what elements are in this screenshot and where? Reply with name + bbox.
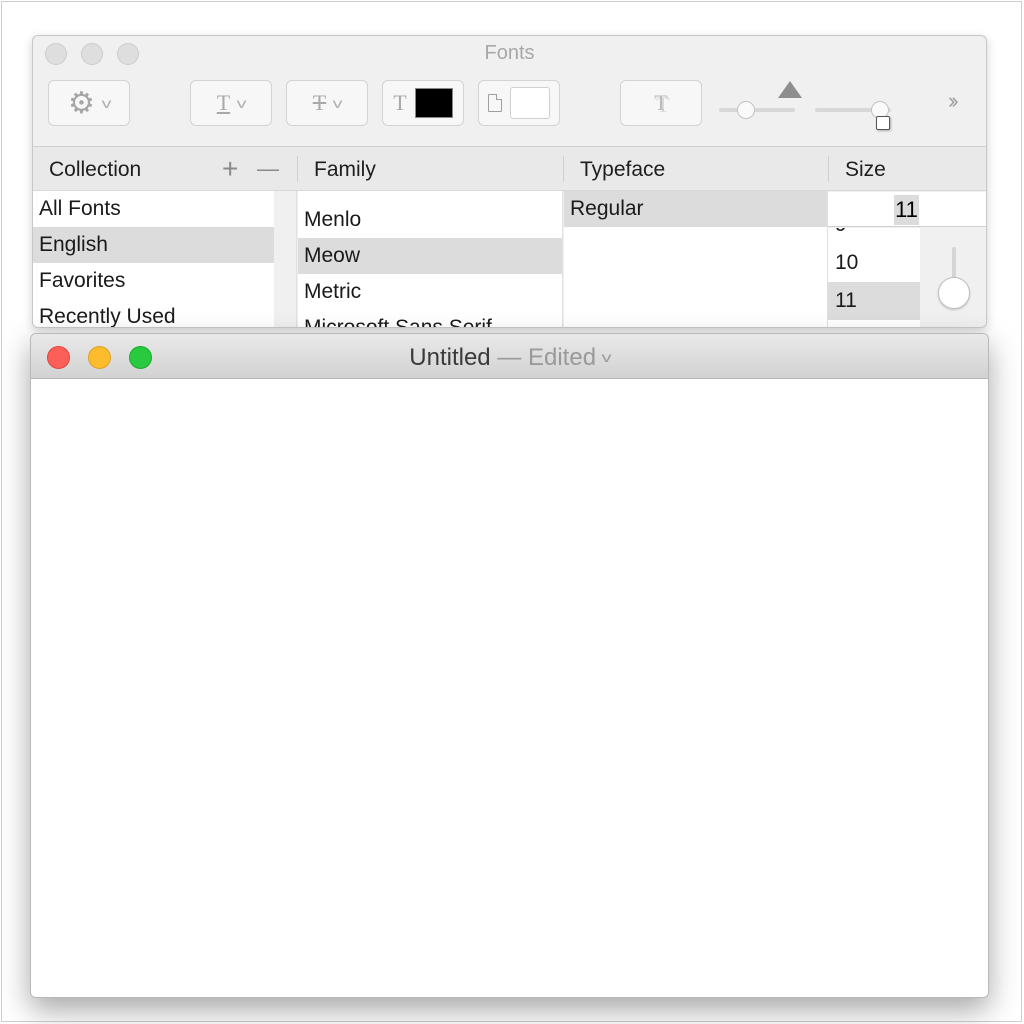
size-item[interactable]: 11	[828, 282, 920, 320]
underline-icon: T	[216, 90, 231, 115]
chevron-down-icon: v	[236, 95, 247, 111]
collection-item[interactable]: Recently Used	[33, 299, 274, 327]
family-item[interactable]: Meow	[298, 238, 562, 274]
column-divider	[828, 156, 829, 182]
gear-icon: ⚙	[68, 86, 95, 120]
document-titlebar[interactable]: Untitled — Edited v	[31, 334, 988, 379]
size-item[interactable]: 10	[828, 244, 920, 282]
typeface-list[interactable]: Regular	[564, 191, 827, 327]
document-icon	[488, 94, 502, 112]
family-item[interactable]: Metric	[298, 274, 562, 310]
slider-knob[interactable]	[737, 101, 755, 119]
remove-collection-button[interactable]: —	[257, 156, 279, 182]
family-header: Family	[314, 158, 376, 181]
family-item[interactable]: Microsoft Sans Serif	[298, 310, 562, 327]
document-title-group[interactable]: Untitled — Edited v	[31, 344, 988, 372]
fonts-panel-title: Fonts	[484, 42, 535, 64]
underline-menu-button[interactable]: T v	[190, 80, 272, 126]
size-input[interactable]: 11	[828, 192, 986, 227]
add-collection-button[interactable]: +	[222, 153, 238, 185]
slider-track	[719, 108, 795, 112]
square-icon	[876, 116, 890, 130]
fonts-browser: All Fonts English Favorites Recently Use…	[33, 191, 986, 327]
text-color-icon: T	[393, 90, 407, 115]
family-list[interactable]: Menlo Meow Metric Microsoft Sans Serif	[298, 191, 562, 327]
document-title: Untitled	[409, 344, 491, 371]
toolbar-overflow-button[interactable]: ››	[948, 88, 958, 114]
text-shadow-button[interactable]: T	[620, 80, 702, 126]
text-color-swatch	[414, 88, 453, 118]
size-input-value: 11	[894, 195, 919, 225]
action-menu-button[interactable]: ⚙ v	[48, 80, 130, 126]
size-header: Size	[845, 158, 886, 181]
column-header-bar: Collection + — Family Typeface Size	[33, 146, 986, 191]
list-divider	[296, 191, 297, 327]
collection-item[interactable]: All Fonts	[33, 191, 274, 227]
document-status: Edited	[527, 344, 597, 371]
collection-item[interactable]: English	[33, 227, 274, 263]
list-divider	[562, 191, 563, 327]
column-divider	[297, 156, 298, 182]
document-window: Untitled — Edited v	[30, 333, 989, 998]
text-shadow-icon: T	[654, 90, 668, 115]
collection-list[interactable]: All Fonts English Favorites Recently Use…	[33, 191, 274, 327]
collection-item[interactable]: Favorites	[33, 263, 274, 299]
size-list[interactable]: 9 10 11	[828, 228, 920, 327]
text-color-button[interactable]: T	[382, 80, 464, 126]
collection-header: Collection	[49, 158, 142, 181]
chevron-down-icon: v	[101, 95, 112, 111]
fonts-toolbar: ⚙ v T v T v T T	[33, 70, 986, 146]
column-divider	[563, 156, 564, 182]
family-item[interactable]: Menlo	[298, 202, 562, 238]
chevron-down-icon[interactable]: v	[601, 349, 611, 365]
size-slider-knob[interactable]	[938, 277, 970, 309]
chevron-down-icon: v	[332, 95, 343, 111]
document-color-button[interactable]	[478, 80, 560, 126]
typeface-header: Typeface	[580, 158, 666, 181]
typeface-item[interactable]: Regular	[564, 191, 827, 227]
document-text-area[interactable]	[31, 379, 988, 997]
triangle-icon	[778, 81, 802, 98]
strikethrough-icon: T	[312, 90, 327, 115]
document-color-swatch	[510, 87, 550, 119]
title-separator: —	[497, 344, 522, 371]
fonts-panel: Fonts ⚙ v T v T v T T ›› Collection + — …	[32, 35, 987, 328]
strikethrough-menu-button[interactable]: T v	[286, 80, 368, 126]
size-item[interactable]: 9	[828, 228, 920, 244]
fonts-panel-titlebar[interactable]: Fonts	[33, 36, 986, 70]
